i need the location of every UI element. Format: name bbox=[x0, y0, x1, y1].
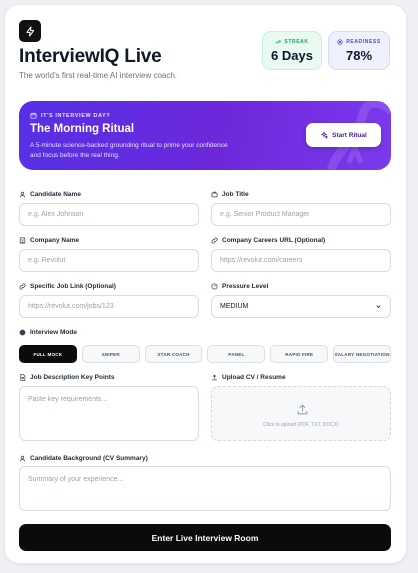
company-name-label-text: Company Name bbox=[30, 237, 80, 244]
streak-value: 6 Days bbox=[271, 48, 313, 63]
building-icon bbox=[19, 237, 26, 244]
careers-url-label: Company Careers URL (Optional) bbox=[211, 237, 325, 244]
job-title-label-text: Job Title bbox=[222, 191, 249, 198]
start-ritual-label: Start Ritual bbox=[332, 131, 367, 139]
briefcase-icon bbox=[211, 191, 218, 198]
upload-icon bbox=[297, 404, 308, 415]
mode-salary-negotiation[interactable]: SALARY NEGOTIATION bbox=[333, 345, 391, 363]
job-description-label-text: Job Description Key Points bbox=[30, 374, 115, 381]
cv-upload-dropzone[interactable]: Click to upload (PDF, TXT, DOCX) bbox=[211, 386, 391, 441]
page-title: InterviewIQ Live bbox=[19, 46, 162, 67]
job-link-label-text: Specific Job Link (Optional) bbox=[30, 283, 116, 290]
mode-full-mock[interactable]: FULL MOCK bbox=[19, 345, 77, 363]
link-icon bbox=[19, 283, 26, 290]
upload-hint: Click to upload (PDF, TXT, DOCX) bbox=[263, 422, 339, 428]
candidate-name-label: Candidate Name bbox=[19, 191, 81, 198]
candidate-name-input[interactable]: e.g. Alex Johnson bbox=[19, 203, 199, 226]
streak-stat: STREAK 6 Days bbox=[262, 31, 322, 70]
start-ritual-button[interactable]: Start Ritual bbox=[306, 123, 381, 147]
background-label-text: Candidate Background (CV Summary) bbox=[30, 455, 148, 462]
job-description-label: Job Description Key Points bbox=[19, 374, 115, 381]
enter-interview-room-button[interactable]: Enter Live Interview Room bbox=[19, 524, 391, 551]
company-name-input[interactable]: e.g. Revolut bbox=[19, 249, 199, 272]
job-description-textarea[interactable]: Paste key requirements... bbox=[19, 386, 199, 441]
chevron-down-icon bbox=[376, 305, 381, 308]
target-icon bbox=[337, 39, 343, 45]
page-subtitle: The world's first real-time AI interview… bbox=[19, 71, 178, 80]
link-icon bbox=[211, 237, 218, 244]
job-title-label: Job Title bbox=[211, 191, 249, 198]
banner-description: A 5-minute science-backed grounding ritu… bbox=[30, 142, 228, 159]
pressure-level-value: MEDIUM bbox=[220, 303, 249, 310]
globe-icon bbox=[19, 329, 26, 336]
gauge-icon bbox=[211, 283, 218, 290]
sparkles-icon bbox=[320, 131, 329, 139]
background-textarea[interactable]: Summary of your experience... bbox=[19, 466, 391, 511]
readiness-value: 78% bbox=[345, 48, 373, 63]
document-icon bbox=[20, 374, 26, 381]
app-logo bbox=[19, 20, 41, 42]
mode-star-coach[interactable]: STAR COACH bbox=[144, 345, 203, 363]
background-label: Candidate Background (CV Summary) bbox=[19, 455, 148, 462]
mode-sniper[interactable]: SNIPER bbox=[81, 345, 140, 363]
readiness-label: READINESS bbox=[346, 39, 381, 45]
interview-mode-selector: FULL MOCK SNIPER STAR COACH PANEL RAPID … bbox=[19, 345, 391, 363]
mode-rapid-fire[interactable]: RAPID FIRE bbox=[270, 345, 329, 363]
morning-ritual-banner: IT'S INTERVIEW DAY? The Morning Ritual A… bbox=[19, 101, 391, 170]
banner-title: The Morning Ritual bbox=[30, 123, 135, 135]
user-icon bbox=[19, 191, 26, 198]
banner-eyebrow: IT'S INTERVIEW DAY? bbox=[41, 112, 111, 119]
job-link-label: Specific Job Link (Optional) bbox=[19, 283, 116, 290]
job-title-input[interactable]: e.g. Senior Product Manager bbox=[211, 203, 391, 226]
trend-up-icon bbox=[275, 40, 282, 44]
calendar-icon bbox=[30, 112, 37, 119]
readiness-stat: READINESS 78% bbox=[328, 31, 390, 70]
job-link-input[interactable]: https://revolut.com/jobs/123 bbox=[19, 295, 199, 318]
company-name-label: Company Name bbox=[19, 237, 79, 244]
pressure-level-select[interactable]: MEDIUM bbox=[211, 295, 391, 318]
careers-url-label-text: Company Careers URL (Optional) bbox=[222, 237, 326, 244]
user-icon bbox=[19, 455, 26, 462]
upload-icon bbox=[212, 374, 217, 381]
pressure-level-label: Pressure Level bbox=[211, 283, 268, 290]
lightning-icon bbox=[25, 25, 34, 37]
interview-mode-label-text: Interview Mode bbox=[30, 329, 77, 336]
upload-cv-label-text: Upload CV / Resume bbox=[222, 374, 286, 381]
careers-url-input[interactable]: https://revolut.com/careers bbox=[211, 249, 391, 272]
pressure-level-label-text: Pressure Level bbox=[222, 283, 269, 290]
upload-cv-label: Upload CV / Resume bbox=[211, 374, 286, 381]
candidate-name-label-text: Candidate Name bbox=[30, 191, 81, 198]
streak-label: STREAK bbox=[284, 39, 309, 45]
mode-panel[interactable]: PANEL bbox=[207, 345, 266, 363]
interview-mode-label: Interview Mode bbox=[19, 329, 77, 336]
